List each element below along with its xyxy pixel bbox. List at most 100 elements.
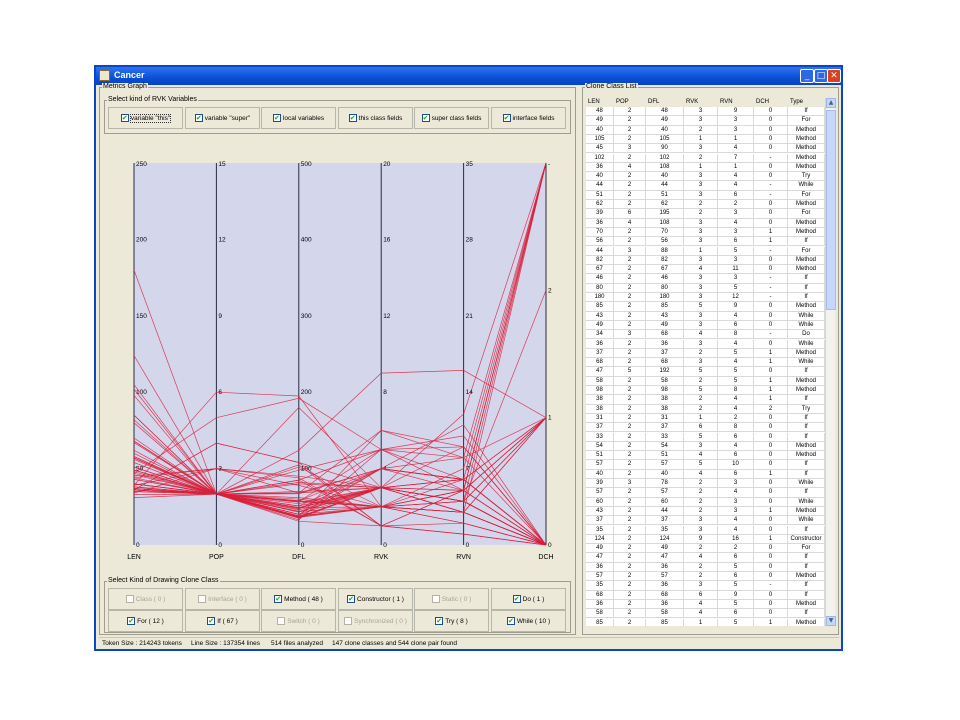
cell-dch: 0 xyxy=(754,367,788,377)
table-row[interactable]: 46 2 46 3 3- If xyxy=(586,274,825,284)
checkbox-if-67[interactable]: ✔ If ( 67 ) xyxy=(185,610,260,632)
cell-rvn: 5 xyxy=(718,376,754,386)
table-row[interactable]: 36 2 36 2 5 0 If xyxy=(586,562,825,572)
cell-dch: 0 xyxy=(754,460,788,470)
table-row[interactable]: 51 2 51 4 6 0 Method xyxy=(586,451,825,461)
table-row[interactable]: 47 2 47 4 6 0 If xyxy=(586,553,825,563)
table-row[interactable]: 57 2 57 5 10 0 If xyxy=(586,460,825,470)
table-row[interactable]: 33 2 33 5 6 0 If xyxy=(586,432,825,442)
cell-len: 48 xyxy=(586,107,614,117)
table-row[interactable]: 37 2 37 6 8 0 If xyxy=(586,423,825,433)
table-row[interactable]: 80 2 80 3 5- If xyxy=(586,283,825,293)
cell-type: If xyxy=(788,237,825,247)
checkbox-for-12[interactable]: ✔ For ( 12 ) xyxy=(108,610,183,632)
table-row[interactable]: 49 2 49 2 2 0 For xyxy=(586,544,825,554)
table-row[interactable]: 44 3 88 1 5- For xyxy=(586,246,825,256)
table-row[interactable]: 40 2 40 3 4 0 Try xyxy=(586,172,825,182)
scroll-up-arrow-icon[interactable]: ▲ xyxy=(826,98,836,108)
table-row[interactable]: 54 2 54 3 4 0 Method xyxy=(586,441,825,452)
table-row[interactable]: 85 2 85 5 9 0 Method xyxy=(586,302,825,312)
parallel-coordinates-graph[interactable]: 250200150100500LEN15129630POP50040030020… xyxy=(100,88,577,578)
column-header-rvn[interactable]: RVN xyxy=(720,99,733,105)
table-row[interactable]: 38 2 38 2 4 1 If xyxy=(586,395,825,405)
table-row[interactable]: 102 2 102 2 7- Method xyxy=(586,153,825,163)
table-row[interactable]: 35 2 36 3 5- If xyxy=(586,581,825,591)
table-row[interactable]: 35 2 35 3 4 0 If xyxy=(586,525,825,535)
table-row[interactable]: 48 2 48 3 9 0 If xyxy=(586,107,825,117)
cell-len: 47 xyxy=(586,367,614,377)
table-row[interactable]: 49 2 49 3 6 0 While xyxy=(586,320,825,331)
table-row[interactable]: 85 2 85 1 5 1 Method xyxy=(586,618,825,626)
cell-dch: - xyxy=(754,274,788,284)
cell-rvn: 2 xyxy=(718,200,754,210)
table-row[interactable]: 40 2 40 2 3 0 Method xyxy=(586,125,825,135)
table-row[interactable]: 124 2 124 9 16 1 Constructor xyxy=(586,534,825,545)
table-row[interactable]: 70 2 70 3 3 1 Method xyxy=(586,227,825,238)
cell-type: While xyxy=(788,311,825,321)
table-row[interactable]: 98 2 98 5 8 1 Method xyxy=(586,386,825,396)
table-row[interactable]: 105 2 105 1 1 0 Method xyxy=(586,134,825,145)
table-row[interactable]: 39 3 78 2 3 0 While xyxy=(586,479,825,489)
table-row[interactable]: 36 4 108 1 1 0 Method xyxy=(586,162,825,173)
table-scrollbar[interactable]: ▲ ▼ xyxy=(825,98,836,626)
table-row[interactable]: 36 2 36 4 5 0 Method xyxy=(586,599,825,610)
minimize-button[interactable]: _ xyxy=(800,69,814,83)
table-row[interactable]: 31 2 31 1 2 0 If xyxy=(586,413,825,424)
scroll-down-arrow-icon[interactable]: ▼ xyxy=(826,616,836,626)
title-bar[interactable]: Cancer _ □ ✕ xyxy=(96,67,841,85)
column-header-type[interactable]: Type xyxy=(790,99,803,105)
cell-dch: 1 xyxy=(754,534,788,545)
table-row[interactable]: 43 2 44 2 3 1 Method xyxy=(586,506,825,517)
table-row[interactable]: 39 6 195 2 3 0 For xyxy=(586,209,825,219)
axis-tick-label: 9 xyxy=(218,313,222,320)
table-row[interactable]: 58 2 58 2 5 1 Method xyxy=(586,376,825,386)
table-row[interactable]: 40 2 40 4 6 1 If xyxy=(586,469,825,479)
cell-dch: 1 xyxy=(754,469,788,479)
close-button[interactable]: ✕ xyxy=(827,69,841,83)
cell-rvk: 2 xyxy=(684,562,718,572)
cell-rvk: 4 xyxy=(684,553,718,563)
table-row[interactable]: 43 2 43 3 4 0 While xyxy=(586,311,825,321)
table-row[interactable]: 36 4 108 3 4 0 Method xyxy=(586,218,825,228)
table-row[interactable]: 51 2 51 3 6- For xyxy=(586,190,825,200)
column-header-len[interactable]: LEN xyxy=(588,99,600,105)
checkbox-while-10[interactable]: ✔ While ( 10 ) xyxy=(491,610,566,632)
column-header-rvk[interactable]: RVK xyxy=(686,99,698,105)
cell-type: Constructor xyxy=(788,534,825,545)
table-row[interactable]: 180 2 180 3 12- If xyxy=(586,293,825,303)
table-row[interactable]: 57 2 57 2 6 0 Method xyxy=(586,572,825,582)
clone-class-table[interactable]: LEN POP DFL RVK RVN DCH Type 48 2 48 3 9 0 If 49 2 49 3 3… xyxy=(586,98,825,626)
cell-dfl: 36 xyxy=(646,562,684,572)
checkbox-try-8[interactable]: ✔ Try ( 8 ) xyxy=(414,610,489,632)
table-row[interactable]: 37 2 37 2 5 1 Method xyxy=(586,348,825,359)
table-row[interactable]: 49 2 49 3 3 0 For xyxy=(586,116,825,126)
table-row[interactable]: 44 2 44 3 4- While xyxy=(586,181,825,191)
table-row[interactable]: 68 2 68 3 4 1 While xyxy=(586,358,825,368)
checkbox-method-48[interactable]: ✔ Method ( 48 ) xyxy=(261,588,336,610)
table-row[interactable]: 37 2 37 3 4 0 While xyxy=(586,516,825,526)
cell-type: Method xyxy=(788,255,825,266)
table-row[interactable]: 62 2 62 2 2 0 Method xyxy=(586,200,825,210)
column-header-dfl[interactable]: DFL xyxy=(648,99,659,105)
table-row[interactable]: 67 2 67 4 11 0 Method xyxy=(586,265,825,275)
checkbox-do-1[interactable]: ✔ Do ( 1 ) xyxy=(491,588,566,610)
cell-dfl: 56 xyxy=(646,237,684,247)
table-row[interactable]: 34 3 68 4 8- Do xyxy=(586,330,825,340)
cell-dch: 0 xyxy=(754,144,788,154)
scrollbar-thumb[interactable] xyxy=(826,110,836,310)
table-row[interactable]: 36 2 36 3 4 0 While xyxy=(586,339,825,349)
checkbox-constructor-1[interactable]: ✔ Constructor ( 1 ) xyxy=(338,588,413,610)
table-row[interactable]: 60 2 60 2 3 0 While xyxy=(586,497,825,507)
table-row[interactable]: 58 2 58 4 6 0 If xyxy=(586,609,825,619)
table-row[interactable]: 68 2 68 6 9 0 If xyxy=(586,590,825,600)
column-header-dch[interactable]: DCH xyxy=(756,99,769,105)
table-row[interactable]: 38 2 38 2 4 2 Try xyxy=(586,404,825,414)
table-row[interactable]: 57 2 57 2 4 0 If xyxy=(586,488,825,498)
maximize-button[interactable]: □ xyxy=(814,69,828,83)
table-row[interactable]: 82 2 82 3 3 0 Method xyxy=(586,255,825,266)
table-row[interactable]: 56 2 56 3 6 1 If xyxy=(586,237,825,247)
cell-dch: 0 xyxy=(754,116,788,126)
table-row[interactable]: 47 5 192 5 5 0 If xyxy=(586,367,825,377)
table-row[interactable]: 45 3 90 3 4 0 Method xyxy=(586,144,825,154)
column-header-pop[interactable]: POP xyxy=(616,99,629,105)
